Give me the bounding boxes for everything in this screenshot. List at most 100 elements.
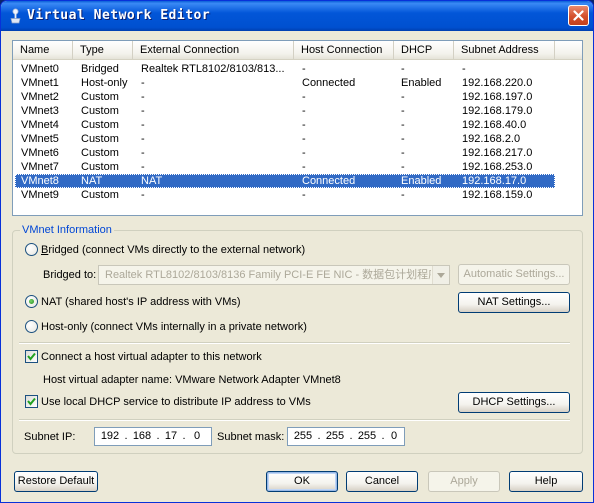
table-cell: 192.168.40.0 [462, 119, 527, 131]
restore-default-button[interactable]: Restore Default [14, 471, 98, 492]
table-cell: 192.168.159.0 [462, 189, 533, 201]
table-row[interactable]: VMnet0 Bridged Realtek RTL8102/8103/813...… [15, 62, 555, 76]
use-dhcp-checkbox[interactable] [25, 395, 38, 408]
subnet-ip-label: Subnet IP: [24, 431, 76, 443]
column-header-type[interactable]: Type [73, 41, 133, 59]
table-cell: VMnet5 [21, 133, 59, 145]
host-only-radio[interactable] [25, 320, 38, 333]
table-cell: VMnet2 [21, 91, 59, 103]
bridged-radio[interactable] [25, 243, 38, 256]
subnet-ip-octet[interactable]: 0 [187, 429, 207, 443]
table-cell: - [141, 77, 145, 89]
table-cell: 192.168.17.0 [462, 175, 527, 187]
table-cell: Custom [81, 147, 119, 159]
subnet-mask-octet[interactable]: 255 [290, 429, 316, 443]
table-cell: Custom [81, 161, 119, 173]
use-dhcp-label[interactable]: Use local DHCP service to distribute IP … [41, 395, 311, 409]
ok-button[interactable]: OK [266, 471, 338, 492]
subnet-ip-octet[interactable]: 17 [161, 429, 181, 443]
table-cell: - [141, 105, 145, 117]
table-row[interactable]: VMnet6 Custom - - - 192.168.217.0 [15, 146, 555, 160]
apply-button[interactable]: Apply [428, 471, 500, 492]
column-header-host-connection[interactable]: Host Connection [294, 41, 394, 59]
subnet-ip-octet[interactable]: 192 [97, 429, 123, 443]
chevron-down-icon[interactable] [432, 266, 449, 284]
network-list-header: Name Type External Connection Host Conne… [13, 41, 582, 60]
subnet-ip-octet[interactable]: 168 [129, 429, 155, 443]
table-cell: - [141, 189, 145, 201]
table-cell: Connected [302, 77, 356, 89]
title-bar[interactable]: Virtual Network Editor [1, 1, 593, 31]
dhcp-settings-button[interactable]: DHCP Settings... [458, 392, 570, 413]
table-cell: - [401, 147, 405, 159]
table-cell: - [401, 119, 405, 131]
window-title: Virtual Network Editor [27, 8, 211, 23]
table-cell: - [141, 161, 145, 173]
bridged-radio-label[interactable]: Bridged (connect VMs directly to the ext… [41, 243, 305, 257]
help-button[interactable]: Help [509, 471, 583, 492]
table-cell: 192.168.220.0 [462, 77, 533, 89]
table-cell: - [141, 147, 145, 159]
table-cell: Custom [81, 189, 119, 201]
table-row[interactable]: VMnet3 Custom - - - 192.168.179.0 [15, 104, 555, 118]
vmnet-information-legend: VMnet Information [20, 224, 114, 236]
host-only-radio-label[interactable]: Host-only (connect VMs internally in a p… [41, 320, 307, 334]
table-cell: Connected [302, 175, 356, 187]
table-row[interactable]: VMnet8 NAT NAT Connected Enabled 192.168.17.0 [15, 174, 555, 188]
table-cell: - [302, 91, 306, 103]
table-row[interactable]: VMnet9 Custom - - - 192.168.159.0 [15, 188, 555, 202]
separator [19, 342, 570, 344]
adapter-name-text: Host virtual adapter name: VMware Networ… [43, 374, 341, 386]
table-cell: Enabled [401, 175, 442, 187]
bridged-to-select[interactable]: Realtek RTL8102/8103/8136 Family PCI-E F… [98, 265, 450, 285]
column-header-external-connection[interactable]: External Connection [133, 41, 294, 59]
cancel-button[interactable]: Cancel [346, 471, 418, 492]
table-row[interactable]: VMnet4 Custom - - - 192.168.40.0 [15, 118, 555, 132]
table-cell: VMnet0 [21, 63, 59, 75]
table-cell: 192.168.2.0 [462, 133, 521, 145]
table-cell: Custom [81, 105, 119, 117]
table-row[interactable]: VMnet2 Custom - - - 192.168.197.0 [15, 90, 555, 104]
nat-radio[interactable] [25, 295, 38, 308]
network-list[interactable]: Name Type External Connection Host Conne… [12, 40, 583, 216]
checkmark-icon [27, 352, 36, 361]
table-cell: VMnet4 [21, 119, 59, 131]
table-row[interactable]: VMnet5 Custom - - - 192.168.2.0 [15, 132, 555, 146]
column-header-subnet-address[interactable]: Subnet Address [454, 41, 555, 59]
column-header-name[interactable]: Name [13, 41, 73, 59]
table-cell: - [302, 161, 306, 173]
subnet-mask-label: Subnet mask: [217, 431, 285, 443]
nat-settings-button[interactable]: NAT Settings... [458, 292, 570, 313]
connect-adapter-label[interactable]: Connect a host virtual adapter to this n… [41, 350, 262, 364]
bridged-to-label: Bridged to: [43, 269, 97, 281]
table-cell: VMnet6 [21, 147, 59, 159]
connect-adapter-checkbox[interactable] [25, 350, 38, 363]
table-cell: 192.168.179.0 [462, 105, 533, 117]
table-cell: Realtek RTL8102/8103/813... [141, 63, 285, 75]
table-cell: - [302, 119, 306, 131]
table-cell: - [302, 63, 306, 75]
subnet-ip-field[interactable]: 192 . 168 . 17 . 0 [94, 427, 212, 446]
table-cell: - [401, 161, 405, 173]
column-header-dhcp[interactable]: DHCP [394, 41, 454, 59]
subnet-mask-field[interactable]: 255 . 255 . 255 . 0 [287, 427, 405, 446]
nat-radio-label[interactable]: NAT (shared host's IP address with VMs) [41, 295, 241, 309]
table-cell: Enabled [401, 77, 442, 89]
table-cell: - [302, 189, 306, 201]
table-cell: - [302, 147, 306, 159]
table-row[interactable]: VMnet7 Custom - - - 192.168.253.0 [15, 160, 555, 174]
network-app-icon [10, 8, 21, 24]
automatic-settings-button[interactable]: Automatic Settings... [458, 264, 570, 285]
subnet-mask-octet[interactable]: 255 [354, 429, 380, 443]
table-cell: NAT [81, 175, 103, 187]
table-cell: - [401, 105, 405, 117]
table-cell: VMnet1 [21, 77, 59, 89]
table-cell: - [141, 91, 145, 103]
table-cell: Custom [81, 133, 119, 145]
close-button[interactable] [568, 5, 589, 26]
table-cell: Custom [81, 91, 119, 103]
subnet-mask-octet[interactable]: 0 [386, 429, 402, 443]
table-cell: VMnet8 [21, 175, 59, 187]
table-row[interactable]: VMnet1 Host-only - Connected Enabled 192.168.… [15, 76, 555, 90]
subnet-mask-octet[interactable]: 255 [322, 429, 348, 443]
